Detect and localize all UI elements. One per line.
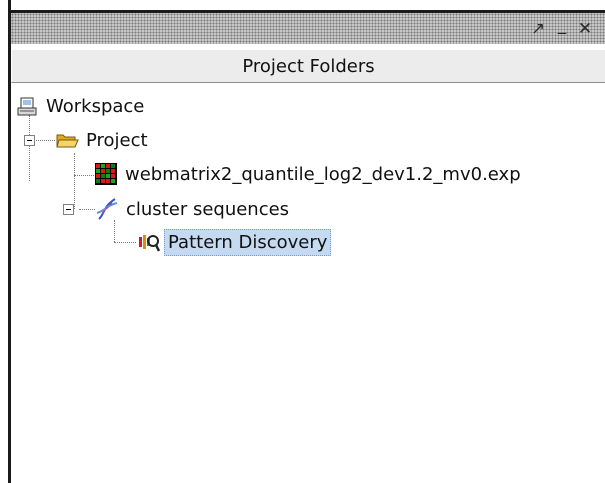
project-tree[interactable]: Workspace Project webmatrix2_quantile_lo… — [11, 83, 605, 483]
tree-node-project[interactable]: Project — [55, 125, 151, 155]
tree-node-label: cluster sequences — [126, 198, 290, 220]
tree-node-pattern-discovery[interactable]: Pattern Discovery — [136, 227, 332, 257]
dna-helix-icon — [95, 197, 119, 221]
tree-connector — [74, 153, 75, 209]
tree-connector — [114, 242, 136, 243]
tree-node-label: Project — [86, 129, 148, 151]
heatmap-file-icon — [94, 162, 118, 186]
close-icon[interactable]: ✕ — [574, 18, 596, 40]
tree-connector — [33, 140, 55, 141]
tree-connector — [79, 209, 95, 210]
tree-connector — [29, 115, 30, 181]
collapse-project-icon[interactable] — [24, 135, 35, 146]
open-folder-icon — [55, 128, 79, 152]
panel-titlebar[interactable]: ↗ _ ✕ — [11, 10, 605, 44]
panel-title: Project Folders — [11, 49, 605, 83]
tree-node-label: Workspace — [46, 95, 145, 117]
minimize-icon[interactable]: _ — [551, 14, 573, 36]
tree-node-label: Pattern Discovery — [164, 228, 332, 256]
pattern-discovery-icon — [136, 230, 161, 254]
collapse-cluster-icon[interactable] — [63, 204, 74, 215]
tree-node-data-file[interactable]: webmatrix2_quantile_log2_dev1.2_mv0.exp — [94, 159, 524, 189]
tree-node-label: webmatrix2_quantile_log2_dev1.2_mv0.exp — [125, 163, 521, 185]
project-folders-panel: ↗ _ ✕ Project Folders Workspace Project … — [0, 0, 605, 483]
tree-connector — [74, 175, 94, 176]
workspace-icon — [15, 94, 39, 118]
maximize-icon[interactable]: ↗ — [527, 18, 549, 40]
tree-node-workspace[interactable]: Workspace — [15, 91, 147, 121]
tree-node-cluster-sequences[interactable]: cluster sequences — [95, 194, 292, 224]
